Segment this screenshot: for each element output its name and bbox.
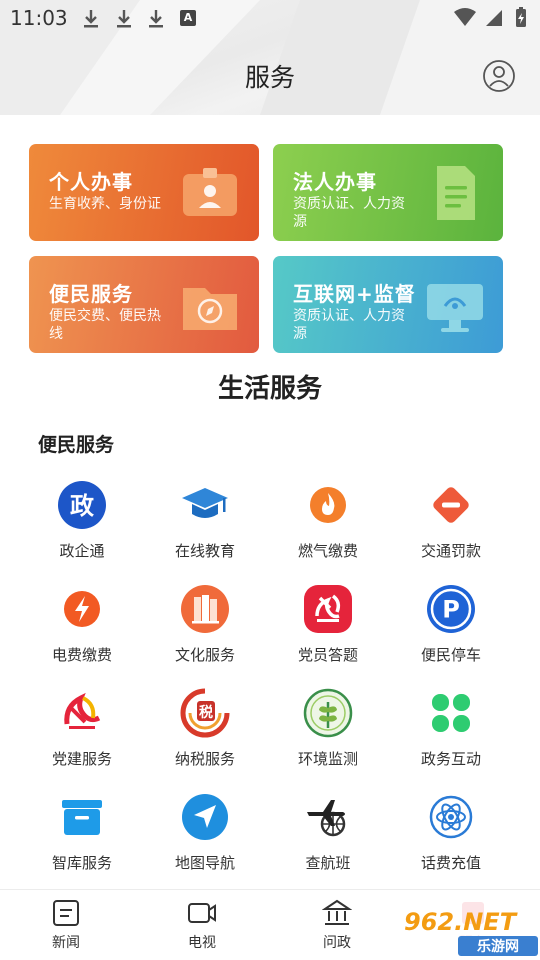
- grid-item-environment-monitoring[interactable]: 环境监测: [263, 688, 393, 778]
- navigation-arrow-icon: [182, 794, 228, 840]
- grid-item-tax-services[interactable]: 税 纳税服务: [140, 688, 270, 778]
- system-status-icons: [454, 7, 526, 27]
- grid-item-phone-recharge[interactable]: 话费充值: [386, 792, 516, 882]
- no-entry-icon: [433, 487, 469, 523]
- nav-label: 问政: [323, 935, 351, 951]
- party-emblem-icon: [304, 585, 352, 633]
- grid-item-party-quiz[interactable]: 党员答题: [263, 584, 393, 674]
- nav-label: 新闻: [52, 935, 80, 951]
- grid-label: 政企通: [59, 542, 105, 560]
- tax-glyph: 税: [199, 704, 213, 721]
- grid-item-gas-payment[interactable]: 燃气缴费: [263, 480, 393, 570]
- watermark-text: 962.NET: [404, 908, 518, 936]
- watermark-subtext: 乐游网: [477, 938, 519, 955]
- airplane-globe-icon: [307, 800, 346, 837]
- grid-item-zhengqitong[interactable]: 政 政企通: [17, 480, 147, 570]
- card-internet-supervision[interactable]: 互联网+监督 资质认证、人力资源: [273, 256, 503, 353]
- grid-item-map-navigation[interactable]: 地图导航: [140, 792, 270, 882]
- archive-box-icon: [62, 800, 102, 835]
- grid-label: 电费缴费: [51, 646, 112, 664]
- grid-label: 地图导航: [174, 854, 235, 872]
- grid-label: 话费充值: [420, 854, 481, 872]
- grid-label: 环境监测: [297, 750, 358, 768]
- grid-label: 交通罚款: [420, 542, 481, 560]
- grid-label: 便民停车: [420, 646, 481, 664]
- grid-label: 在线教育: [174, 542, 235, 560]
- grid-label: 文化服务: [174, 646, 235, 664]
- card-subtitle: 便民交费、便民热线: [49, 308, 161, 342]
- card-convenience-services[interactable]: 便民服务 便民交费、便民热线: [29, 256, 259, 353]
- zheng-badge-icon: 政: [58, 481, 106, 529]
- card-title: 互联网+监督: [293, 282, 416, 306]
- monitor-icon: [427, 284, 483, 332]
- keyboard-a-icon: A: [180, 10, 196, 26]
- header: 11:03 A 服务: [0, 0, 540, 115]
- grid-item-culture-services[interactable]: 文化服务: [140, 584, 270, 674]
- flame-icon: [310, 487, 346, 523]
- page-title: 服务: [244, 63, 295, 92]
- nav-label: 电视: [188, 935, 216, 951]
- lightning-icon: [64, 591, 100, 627]
- grid-label: 党建服务: [51, 750, 112, 768]
- grid-item-party-building[interactable]: 党建服务: [17, 688, 147, 778]
- download-icon: [149, 10, 163, 28]
- parking-glyph: P: [442, 596, 460, 624]
- grid-label: 政务互动: [420, 750, 481, 768]
- grid-item-flight-check[interactable]: 查航班: [263, 792, 393, 882]
- folder-compass-icon: [183, 288, 237, 330]
- download-icon: [117, 10, 131, 28]
- news-icon: [53, 900, 79, 926]
- grid-item-think-tank[interactable]: 智库服务: [17, 792, 147, 882]
- grid-label: 智库服务: [51, 854, 112, 872]
- id-card-icon: [183, 168, 237, 216]
- status-time: 11:03: [10, 6, 68, 30]
- card-title: 个人办事: [49, 170, 133, 194]
- parking-icon: P: [427, 585, 475, 633]
- government-building-icon: [322, 899, 352, 925]
- card-title: 便民服务: [49, 282, 133, 306]
- card-subtitle: 生育收养、身份证: [49, 196, 161, 212]
- section-title: 生活服务: [217, 374, 322, 404]
- status-bar: 11:03 A: [0, 0, 540, 36]
- clover-icon: [432, 694, 470, 732]
- card-title: 法人办事: [293, 170, 377, 194]
- zheng-glyph: 政: [70, 492, 94, 520]
- document-icon: [437, 166, 475, 220]
- grid-label: 燃气缴费: [297, 542, 358, 560]
- grid-label: 党员答题: [297, 646, 358, 664]
- grid-label: 纳税服务: [174, 750, 235, 768]
- subsection-title: 便民服务: [38, 434, 115, 456]
- card-personal-affairs[interactable]: 个人办事 生育收养、身份证: [29, 144, 259, 241]
- grid-item-government-interaction[interactable]: 政务互动: [386, 688, 516, 778]
- nav-item-news[interactable]: 新闻: [31, 898, 101, 954]
- nav-item-tv[interactable]: 电视: [167, 898, 237, 954]
- download-icon: [84, 10, 98, 28]
- atom-icon: [429, 795, 473, 839]
- tax-icon: 税: [180, 688, 230, 738]
- party-building-icon: [64, 692, 101, 729]
- graduation-cap-icon: [182, 488, 228, 518]
- card-legal-entity-affairs[interactable]: 法人办事 资质认证、人力资源: [273, 144, 503, 241]
- grid-label: 查航班: [305, 854, 351, 872]
- grid-item-parking[interactable]: P 便民停车: [386, 584, 516, 674]
- tv-icon: [188, 903, 216, 923]
- watermark-logo: 962.NET 乐游网: [398, 896, 540, 960]
- profile-button[interactable]: [482, 59, 516, 93]
- nav-item-inquiry[interactable]: 问政: [302, 898, 372, 954]
- card-subtitle: 资质认证、人力资源: [293, 308, 405, 342]
- card-subtitle: 资质认证、人力资源: [293, 196, 405, 230]
- grid-item-electricity-payment[interactable]: 电费缴费: [17, 584, 147, 674]
- grid-item-traffic-fines[interactable]: 交通罚款: [386, 480, 516, 570]
- books-icon: [181, 585, 229, 633]
- leaf-icon: [303, 688, 353, 738]
- grid-item-online-education[interactable]: 在线教育: [140, 480, 270, 570]
